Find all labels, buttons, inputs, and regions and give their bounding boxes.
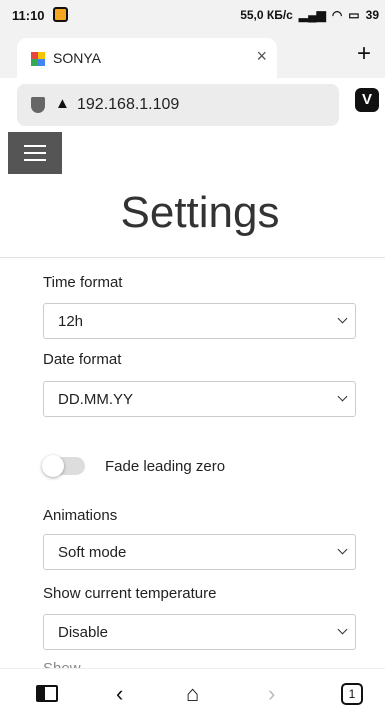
url-text: 192.168.1.109 [77,96,180,113]
battery-icon: ▭ [348,8,360,22]
app-notification-icon [53,7,68,22]
animations-label: Animations [43,507,118,524]
date-format-value: DD.MM.YY [58,391,133,408]
tabs-count-icon[interactable]: 1 [341,683,363,705]
time-format-select[interactable]: 12h [43,303,356,339]
menu-line-icon [24,145,46,147]
forward-icon[interactable]: › [268,681,275,707]
network-speed: 55,0 КБ/с [240,8,293,22]
animations-value: Soft mode [58,544,127,561]
bottom-navigation: ‹ ⌂ › 1 [0,668,385,716]
temperature-select[interactable]: Disable [43,614,356,650]
chevron-down-icon [337,624,348,635]
status-indicators: 55,0 КБ/с ▂▄▆ ◠ ▭ 39 [240,8,379,22]
url-field[interactable]: ▲ 192.168.1.109 [17,84,339,126]
menu-line-icon [24,152,46,154]
shield-icon[interactable] [31,97,45,113]
date-format-select[interactable]: DD.MM.YY [43,381,356,417]
menu-line-icon [24,159,46,161]
battery-level: 39 [365,8,379,22]
fade-leading-zero-toggle[interactable] [42,455,85,477]
chevron-down-icon [337,313,348,324]
close-tab-icon[interactable]: × [256,46,267,67]
chevron-down-icon [337,544,348,555]
warning-icon: ▲ [55,95,70,112]
new-tab-button[interactable]: + [357,40,371,68]
temperature-label: Show current temperature [43,585,217,602]
home-icon[interactable]: ⌂ [186,681,199,707]
back-icon[interactable]: ‹ [116,681,123,707]
tab-title: SONYA [53,50,101,66]
toggle-knob [42,455,64,477]
time-format-value: 12h [58,313,84,330]
status-time: 11:10 [12,8,45,23]
wifi-icon: ◠ [331,8,343,22]
next-section-label: Show ... [43,660,97,668]
panel-icon[interactable] [36,685,58,702]
chevron-down-icon [337,391,348,402]
hamburger-menu-button[interactable] [8,132,62,174]
address-bar: ▲ 192.168.1.109 [0,78,385,132]
tab-bar: SONYA × [0,32,385,78]
animations-select[interactable]: Soft mode [43,534,356,570]
status-bar: 11:10 55,0 КБ/с ▂▄▆ ◠ ▭ 39 [0,0,385,32]
divider [0,257,385,258]
time-format-label: Time format [43,274,123,291]
page-title: Settings [120,188,280,237]
signal-icon: ▂▄▆ [298,8,326,22]
fade-leading-zero-label: Fade leading zero [105,458,226,475]
temperature-value: Disable [58,624,109,641]
browser-menu-icon[interactable]: V [355,88,379,112]
date-format-label: Date format [43,351,122,368]
favicon-icon [31,52,45,66]
browser-tab[interactable]: SONYA × [17,38,277,78]
